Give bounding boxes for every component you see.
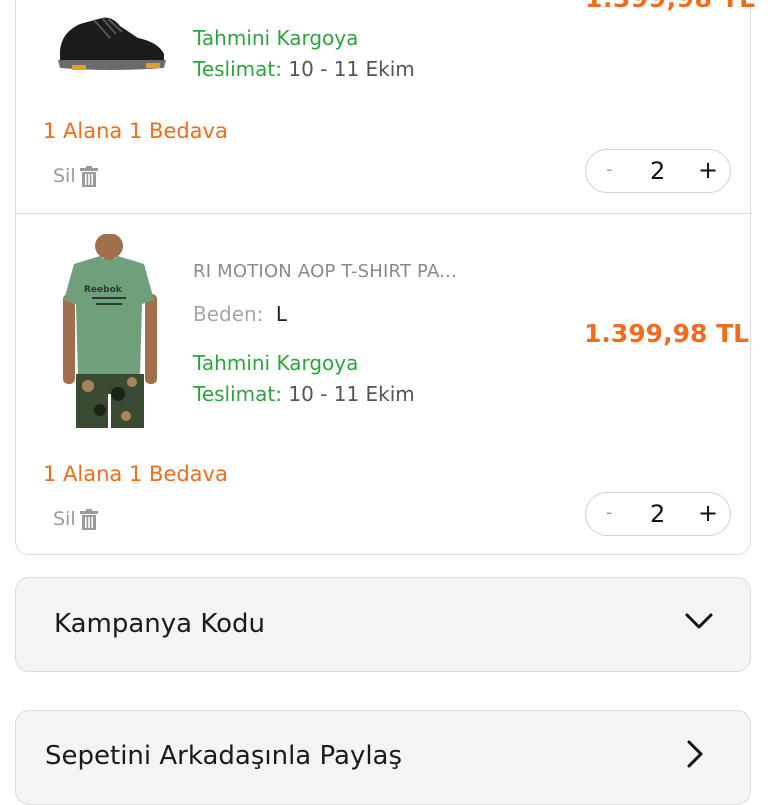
item2-cargo-label: Tahmini Kargoya <box>193 351 359 375</box>
item1-delivery: Teslimat: 10 - 11 Ekim <box>193 57 415 81</box>
chevron-right-icon <box>687 740 703 768</box>
share-cart-label: Sepetini Arkadaşınla Paylaş <box>45 741 403 771</box>
item2-remove-button[interactable]: Sil <box>53 508 98 530</box>
trash-icon <box>79 509 98 530</box>
item2-price: 1.399,98 TL <box>584 319 750 348</box>
item2-decrease-button[interactable]: - <box>606 502 613 523</box>
item1-decrease-button[interactable]: - <box>606 159 613 180</box>
item1-delivery-date: 10 - 11 Ekim <box>288 57 415 81</box>
item2-delivery: Teslimat: 10 - 11 Ekim <box>193 382 415 406</box>
item1-cargo-label: Tahmini Kargoya <box>193 26 359 50</box>
item2-product-name[interactable]: RI MOTION AOP T-SHIRT PA... <box>193 261 457 282</box>
campaign-code-label: Kampanya Kodu <box>54 609 265 639</box>
item2-quantity-stepper[interactable]: - 2 + <box>585 492 731 536</box>
item1-price: 1.399,98 TL <box>585 0 756 13</box>
item-divider <box>16 213 752 214</box>
share-cart-row[interactable]: Sepetini Arkadaşınla Paylaş <box>15 710 751 805</box>
item2-size-value: L <box>275 302 287 326</box>
item2-delivery-label: Teslimat: <box>193 382 282 406</box>
campaign-code-accordion[interactable]: Kampanya Kodu <box>15 577 751 672</box>
item2-delivery-date: 10 - 11 Ekim <box>288 382 415 406</box>
item1-quantity-value: 2 <box>650 157 666 185</box>
chevron-down-icon <box>685 613 713 629</box>
item1-promo: 1 Alana 1 Bedava <box>43 119 228 143</box>
item2-size-label: Beden: <box>193 302 264 326</box>
trash-icon <box>79 166 98 187</box>
item1-quantity-stepper[interactable]: - 2 + <box>585 149 731 193</box>
item1-remove-label: Sil <box>53 165 76 187</box>
item1-delivery-label: Teslimat: <box>193 57 282 81</box>
item2-increase-button[interactable]: + <box>698 499 718 527</box>
item2-quantity-value: 2 <box>650 500 666 528</box>
item2-product-image[interactable]: Reebok <box>60 233 160 430</box>
item1-product-image[interactable] <box>50 10 170 80</box>
item1-increase-button[interactable]: + <box>698 156 718 184</box>
item2-product-logo-text: Reebok <box>84 285 123 295</box>
item1-remove-button[interactable]: Sil <box>53 165 98 187</box>
item2-remove-label: Sil <box>53 508 76 530</box>
item2-promo: 1 Alana 1 Bedava <box>43 462 228 486</box>
item2-size: Beden: L <box>193 302 287 326</box>
